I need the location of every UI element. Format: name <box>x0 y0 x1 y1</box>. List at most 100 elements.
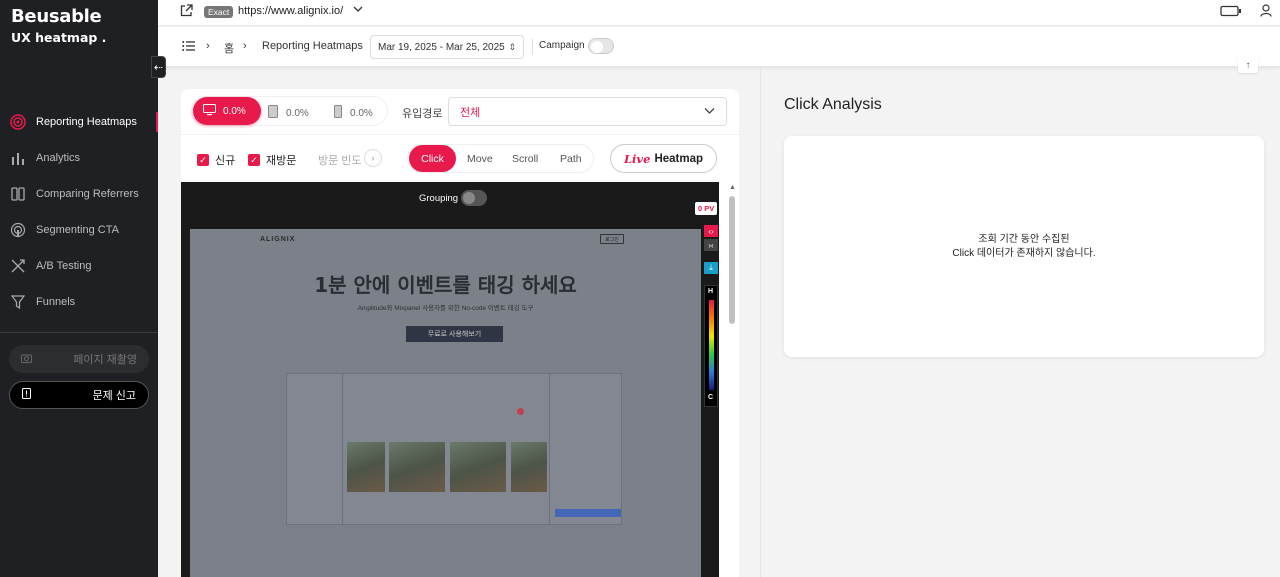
mockup-thumbnail <box>450 442 506 492</box>
device-tablet-button[interactable]: 0.0% <box>268 105 309 121</box>
match-type-badge[interactable]: Exact <box>204 6 234 18</box>
empty-message-line1: 조회 기간 동안 수집된 <box>978 233 1070 245</box>
pv-badge: 0 PV <box>695 202 718 215</box>
arrow-up-icon: ↑ <box>1245 59 1251 71</box>
url-bar: Exact https://www.alignix.io/ <box>158 0 1280 26</box>
campaign-toggle[interactable] <box>588 38 614 54</box>
sidebar-item-label: A/B Testing <box>36 260 92 272</box>
scrollbar-thumb[interactable] <box>729 196 735 324</box>
collapse-sidebar-button[interactable]: ⇠ <box>151 56 166 78</box>
sidebar-item-label: Funnels <box>36 296 76 308</box>
site-login-button: 로그인 <box>600 234 624 244</box>
mockup-thumbnail <box>389 442 445 492</box>
user-icon[interactable] <box>1260 4 1272 22</box>
live-label: Live <box>623 151 651 166</box>
scroll-up-icon[interactable]: ▲ <box>729 184 736 191</box>
sidebar-item-segmenting-cta[interactable]: Segmenting CTA <box>0 212 158 248</box>
visit-frequency-button[interactable]: › <box>364 149 382 167</box>
ab-icon <box>10 258 26 274</box>
site-logo: ALIGNIX <box>260 236 296 243</box>
site-subtitle: Amplitude와 Mixpanel 사용자를 위한 No-code 이벤트 … <box>357 305 534 312</box>
sidebar-item-funnels[interactable]: Funnels <box>0 284 158 320</box>
bar-chart-icon <box>10 150 26 166</box>
battery-icon[interactable] <box>1220 4 1242 22</box>
inflow-select[interactable]: 전체 <box>448 97 727 126</box>
mockup-thumbnail <box>511 442 547 492</box>
device-mobile-button[interactable]: 0.0% <box>334 105 373 121</box>
desktop-share: 0.0% <box>223 105 246 117</box>
camera-icon <box>21 353 32 366</box>
device-desktop-button[interactable]: 0.0% <box>193 97 261 125</box>
sidebar-item-label: Reporting Heatmaps <box>36 116 137 128</box>
campaign-label: Campaign <box>539 40 585 51</box>
mockup-button <box>555 509 621 517</box>
page-url[interactable]: https://www.alignix.io/ <box>238 5 343 17</box>
analysis-card: 조회 기간 동안 수집된 Click 데이터가 존재하지 않습니다. <box>784 136 1264 357</box>
mobile-icon <box>334 105 342 121</box>
chevron-right-icon: › <box>243 40 247 52</box>
recapture-page-button[interactable]: 페이지 재촬영 <box>9 345 149 373</box>
touch-icon <box>10 222 26 238</box>
brand-logo[interactable]: Beusable <box>11 6 102 27</box>
scroll-top-button[interactable]: ↑ <box>1238 57 1258 73</box>
new-visitor-checkbox[interactable]: ✓ 신규 <box>197 152 235 168</box>
live-heatmap-button[interactable]: Live Heatmap <box>610 144 717 173</box>
expand-icon[interactable]: ‹› <box>704 225 718 237</box>
date-range-select[interactable]: Mar 19, 2025 - Mar 25, 2025 ⇕ <box>370 35 524 59</box>
grouping-label: Grouping <box>419 193 459 204</box>
mockup-properties <box>549 374 623 524</box>
mockup-record-dot <box>517 408 524 415</box>
check-icon: ✓ <box>197 154 209 166</box>
breadcrumb-home[interactable]: 홈 <box>224 40 234 56</box>
panel-divider <box>760 67 761 577</box>
site-cta-button: 무료로 사용해보기 <box>406 326 503 342</box>
date-range-value: Mar 19, 2025 - Mar 25, 2025 <box>378 41 505 53</box>
sidebar-divider <box>0 332 158 333</box>
mobile-share: 0.0% <box>350 107 373 119</box>
mode-scroll-button[interactable]: Scroll <box>512 153 538 165</box>
inflow-value: 전체 <box>460 106 481 119</box>
sidebar-item-label: Comparing Referrers <box>36 188 139 200</box>
breadcrumb-page[interactable]: Reporting Heatmaps <box>262 40 363 52</box>
mockup-sidebar <box>287 374 343 524</box>
mode-move-button[interactable]: Move <box>467 153 493 165</box>
sidebar-nav: Reporting Heatmaps Analytics Comparing R… <box>0 104 158 320</box>
chevron-updown-icon: ⇕ <box>508 41 516 52</box>
page-screenshot: ALIGNIX 로그인 1분 안에 이벤트를 태깅 하세요 Amplitude와… <box>190 229 701 577</box>
divider <box>532 39 533 55</box>
site-title: 1분 안에 이벤트를 태깅 하세요 <box>314 273 577 297</box>
legend-high: H <box>708 288 714 295</box>
sidebar-item-reporting-heatmaps[interactable]: Reporting Heatmaps <box>0 104 158 140</box>
desktop-icon <box>203 103 216 119</box>
alert-icon <box>22 388 31 402</box>
chevron-right-icon: › <box>371 153 375 163</box>
report-issue-button[interactable]: 문제 신고 <box>9 381 149 409</box>
analysis-title: Click Analysis <box>784 96 882 113</box>
sidebar-item-label: Analytics <box>36 152 81 164</box>
returning-visitor-checkbox[interactable]: ✓ 재방문 <box>248 152 296 168</box>
product-mockup <box>286 373 622 525</box>
external-link-icon[interactable] <box>180 4 193 22</box>
sidebar: Beusable UX heatmap . Reporting Heatmaps… <box>0 0 158 577</box>
mockup-thumbnail <box>347 442 385 492</box>
download-icon[interactable]: ⤓ <box>704 262 718 274</box>
mode-click-button[interactable]: Click <box>409 145 456 172</box>
sidebar-item-ab-testing[interactable]: A/B Testing <box>0 248 158 284</box>
collapse-icon[interactable]: ›‹ <box>704 239 718 251</box>
list-menu-icon[interactable] <box>182 39 195 57</box>
sidebar-item-comparing-referrers[interactable]: Comparing Referrers <box>0 176 158 212</box>
divider <box>181 134 739 135</box>
heatmap-canvas[interactable]: Grouping 0 PV ‹› ›‹ ⤓ H C ALIGNIX 로그인 1분… <box>181 182 719 577</box>
empty-message-line2: Click 데이터가 존재하지 않습니다. <box>952 247 1096 259</box>
sidebar-item-analytics[interactable]: Analytics <box>0 140 158 176</box>
heatmap-label: Heatmap <box>654 152 704 165</box>
sidebar-item-label: Segmenting CTA <box>36 224 119 236</box>
mode-path-button[interactable]: Path <box>560 153 582 165</box>
chevron-down-icon[interactable] <box>353 4 363 17</box>
grouping-toggle[interactable] <box>461 190 487 206</box>
visit-frequency-label: 방문 빈도 <box>318 155 362 167</box>
top-right-tools <box>1220 4 1272 22</box>
columns-icon <box>10 186 26 202</box>
brand-subtitle: UX heatmap . <box>11 30 107 45</box>
chevron-down-icon <box>704 106 715 118</box>
